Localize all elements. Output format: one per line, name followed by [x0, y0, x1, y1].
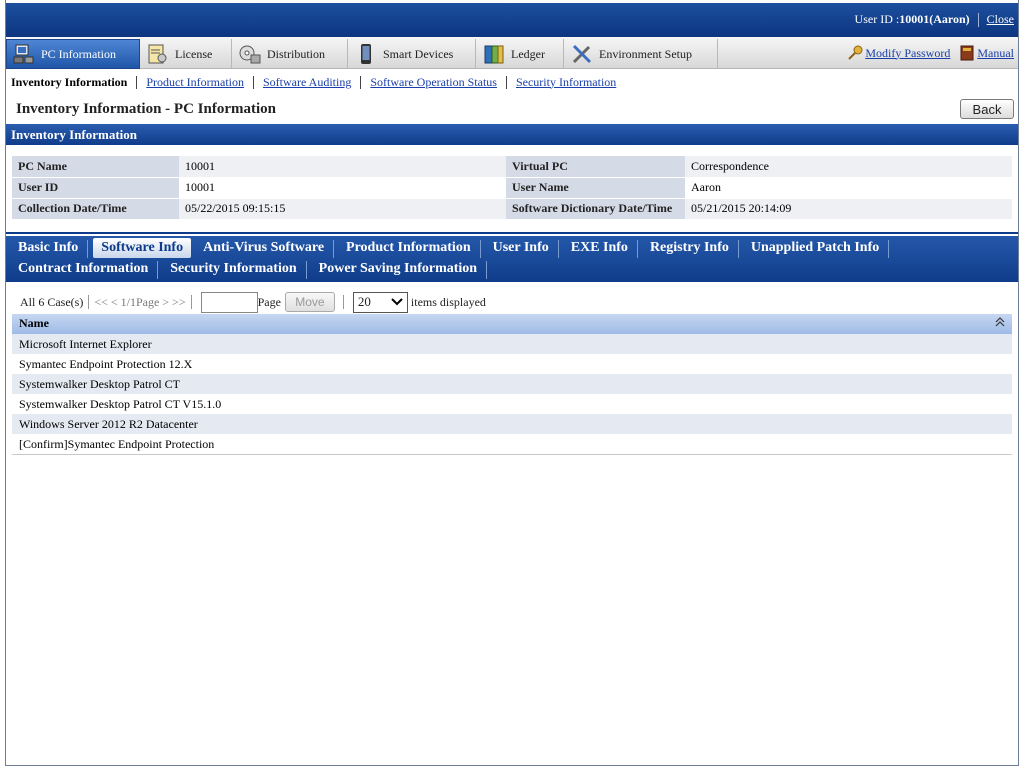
tab-label: PC Information: [41, 46, 116, 61]
pc-icon: [13, 44, 34, 64]
list-item[interactable]: Windows Server 2012 R2 Datacenter: [12, 414, 1012, 434]
collection-date-value: 05/22/2015 09:15:15: [179, 198, 506, 220]
info-row: Collection Date/Time 05/22/2015 09:15:15…: [12, 198, 1012, 220]
divider: [88, 295, 90, 309]
license-icon: [148, 44, 167, 64]
tab-contract-information[interactable]: Contract Information: [6, 259, 159, 279]
page-navigation[interactable]: << < 1/1Page > >>: [94, 295, 185, 310]
divider: [360, 75, 362, 89]
subnav-inventory-information: Inventory Information: [11, 74, 128, 89]
items-displayed-label: items displayed: [410, 294, 486, 309]
top-header: User ID : 10001(Aaron) Close: [6, 3, 1018, 37]
pc-name-value: 10001: [179, 156, 506, 178]
column-name-header: Name: [19, 316, 49, 330]
distribution-icon: [239, 45, 261, 64]
tab-anti-virus-software[interactable]: Anti-Virus Software: [191, 238, 334, 258]
inventory-info-table: PC Name 10001 Virtual PC Correspondence …: [12, 156, 1012, 220]
manual-link[interactable]: Manual: [977, 46, 1014, 61]
user-id-value: 10001: [179, 177, 506, 199]
user-area: User ID : 10001(Aaron) Close: [855, 12, 1014, 27]
tab-label: Smart Devices: [383, 46, 454, 61]
divider: [505, 75, 507, 89]
list-item[interactable]: Symantec Endpoint Protection 12.X: [12, 354, 1012, 374]
user-name-label: User Name: [506, 177, 685, 199]
virtual-pc-value: Correspondence: [685, 156, 1012, 178]
tab-power-saving-information[interactable]: Power Saving Information: [307, 259, 488, 279]
tools-icon: [572, 44, 592, 64]
page-title: Inventory Information - PC Information: [16, 101, 276, 117]
smart-device-icon: [361, 44, 371, 64]
list-item[interactable]: Systemwalker Desktop Patrol CT: [12, 374, 1012, 394]
user-name-value: Aaron: [685, 177, 1012, 199]
page-number-input[interactable]: [200, 291, 258, 313]
modify-password-link[interactable]: Modify Password: [865, 46, 950, 61]
user-id-label: User ID :: [854, 12, 900, 26]
collection-date-label: Collection Date/Time: [12, 198, 179, 220]
tab-security-information[interactable]: Security Information: [158, 259, 308, 279]
tab-pc-information[interactable]: PC Information: [6, 39, 140, 69]
section-header: Inventory Information: [6, 124, 1018, 145]
key-icon: [848, 45, 863, 60]
tab-distribution[interactable]: Distribution: [233, 39, 348, 69]
tab-license[interactable]: License: [141, 39, 232, 69]
tab-software-info[interactable]: Software Info: [93, 238, 192, 258]
tab-label: License: [175, 46, 213, 61]
sort-collapse-icon[interactable]: [995, 317, 1005, 330]
info-row: User ID 10001 User Name Aaron: [12, 177, 1012, 199]
divider: [977, 12, 979, 27]
subnav-security-information[interactable]: Security Information: [516, 75, 616, 90]
list-item[interactable]: Microsoft Internet Explorer: [12, 334, 1012, 354]
tab-label: Ledger: [511, 46, 545, 61]
case-count: All 6 Case(s): [20, 294, 84, 309]
close-link[interactable]: Close: [987, 12, 1014, 27]
divider: [342, 295, 344, 309]
software-list: Microsoft Internet Explorer Symantec End…: [12, 334, 1012, 455]
tab-smart-devices[interactable]: Smart Devices: [349, 39, 476, 69]
dictionary-date-label: Software Dictionary Date/Time: [506, 198, 685, 220]
tab-exe-info[interactable]: EXE Info: [559, 238, 639, 258]
book-icon: [960, 45, 974, 61]
items-per-page-value: 20: [357, 294, 371, 309]
ledger-icon: [484, 45, 504, 64]
detail-tabs: Basic Info Software Info Anti-Virus Soft…: [6, 236, 1018, 282]
tab-user-info[interactable]: User Info: [481, 238, 559, 258]
list-header[interactable]: Name: [12, 314, 1012, 334]
tab-product-information[interactable]: Product Information: [334, 238, 481, 258]
items-per-page-select[interactable]: 20: [352, 291, 408, 313]
subnav-product-information[interactable]: Product Information: [146, 75, 244, 90]
utility-links: Modify Password Manual: [847, 45, 1014, 61]
list-item[interactable]: Systemwalker Desktop Patrol CT V15.1.0: [12, 394, 1012, 414]
tab-basic-info[interactable]: Basic Info: [6, 238, 89, 258]
tab-label: Distribution: [267, 46, 326, 61]
divider: [136, 75, 138, 89]
user-id-label: User ID: [12, 177, 179, 199]
info-row: PC Name 10001 Virtual PC Correspondence: [12, 156, 1012, 178]
dictionary-date-value: 05/21/2015 20:14:09: [685, 198, 1012, 220]
list-item[interactable]: [Confirm]Symantec Endpoint Protection: [12, 434, 1012, 454]
subnav-software-auditing[interactable]: Software Auditing: [263, 75, 351, 90]
tab-ledger[interactable]: Ledger: [477, 39, 564, 69]
user-id-value: 10001(Aaron): [899, 12, 970, 26]
subnav-software-operation-status[interactable]: Software Operation Status: [370, 75, 497, 90]
tab-environment-setup[interactable]: Environment Setup: [565, 39, 718, 69]
tab-label: Environment Setup: [599, 46, 692, 61]
divider: [253, 75, 254, 89]
pager: All 6 Case(s) << < 1/1Page > >> Page Mov…: [20, 291, 486, 313]
pc-name-label: PC Name: [12, 156, 179, 178]
tab-unapplied-patch-info[interactable]: Unapplied Patch Info: [739, 238, 890, 258]
app-frame: User ID : 10001(Aaron) Close PC Informat…: [5, 0, 1019, 766]
back-button[interactable]: Back: [960, 99, 1014, 119]
main-nav: PC Information License Distribution Smar…: [6, 37, 1018, 69]
tab-registry-info[interactable]: Registry Info: [638, 238, 739, 258]
detail-tabs-row: Contract Information Security Informatio…: [6, 259, 488, 279]
virtual-pc-label: Virtual PC: [506, 156, 685, 178]
sub-nav: Inventory Information Product Informatio…: [6, 70, 1018, 94]
move-button[interactable]: Move: [284, 292, 335, 312]
page-label: Page: [257, 294, 281, 309]
inventory-info-panel: PC Name 10001 Virtual PC Correspondence …: [6, 145, 1018, 234]
chevron-down-icon: [391, 298, 403, 306]
detail-tabs-row: Basic Info Software Info Anti-Virus Soft…: [6, 238, 890, 258]
divider: [190, 295, 192, 309]
